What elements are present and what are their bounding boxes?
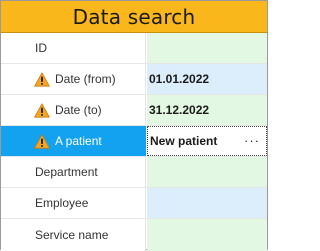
field-label-cell: ID bbox=[1, 33, 146, 63]
date-from-value-field[interactable]: 01.01.2022 bbox=[147, 64, 267, 94]
field-label: Date (from) bbox=[55, 72, 116, 86]
field-label: Service name bbox=[35, 228, 109, 242]
service-name-value-field[interactable] bbox=[147, 219, 267, 251]
field-label: Employee bbox=[35, 196, 89, 210]
patient-value-field[interactable]: New patient ··· bbox=[147, 126, 267, 156]
date-to-value-field[interactable]: 31.12.2022 bbox=[147, 95, 267, 125]
field-label-cell: Department bbox=[1, 157, 146, 187]
field-row-patient[interactable]: A patient New patient ··· bbox=[1, 126, 267, 157]
id-value-field[interactable] bbox=[147, 33, 267, 63]
department-value-field[interactable] bbox=[147, 157, 267, 187]
field-row-id[interactable]: ID bbox=[1, 33, 267, 64]
field-label: Date (to) bbox=[55, 103, 102, 117]
ellipsis-button[interactable]: ··· bbox=[244, 133, 260, 148]
field-label-cell: A patient bbox=[1, 126, 146, 156]
panel-title: Data search bbox=[72, 4, 196, 29]
warning-triangle-icon bbox=[34, 71, 50, 87]
field-label: A patient bbox=[55, 134, 102, 148]
field-label-cell: Employee bbox=[1, 188, 146, 218]
field-label-cell: Date (to) bbox=[1, 95, 146, 125]
field-row-service-name[interactable]: Service name bbox=[1, 219, 267, 251]
field-row-department[interactable]: Department bbox=[1, 157, 267, 188]
search-fields-grid: ID Date (from) 01.01.2022 Date (to) 31.1… bbox=[1, 33, 267, 251]
field-label-cell: Service name bbox=[1, 219, 146, 251]
field-row-employee[interactable]: Employee bbox=[1, 188, 267, 219]
employee-value-field[interactable] bbox=[147, 188, 267, 218]
field-row-date-from[interactable]: Date (from) 01.01.2022 bbox=[1, 64, 267, 95]
title-bar: Data search bbox=[1, 1, 267, 33]
field-value: 01.01.2022 bbox=[149, 72, 210, 86]
field-value: 31.12.2022 bbox=[149, 103, 210, 117]
warning-triangle-icon bbox=[34, 133, 50, 149]
field-label-cell: Date (from) bbox=[1, 64, 146, 94]
data-search-panel: Data search ID Date (from) 01.01.2022 Da… bbox=[0, 0, 268, 251]
field-label: ID bbox=[35, 41, 47, 55]
field-label: Department bbox=[35, 165, 98, 179]
field-row-date-to[interactable]: Date (to) 31.12.2022 bbox=[1, 95, 267, 126]
warning-triangle-icon bbox=[34, 102, 50, 118]
field-value: New patient bbox=[150, 134, 218, 148]
